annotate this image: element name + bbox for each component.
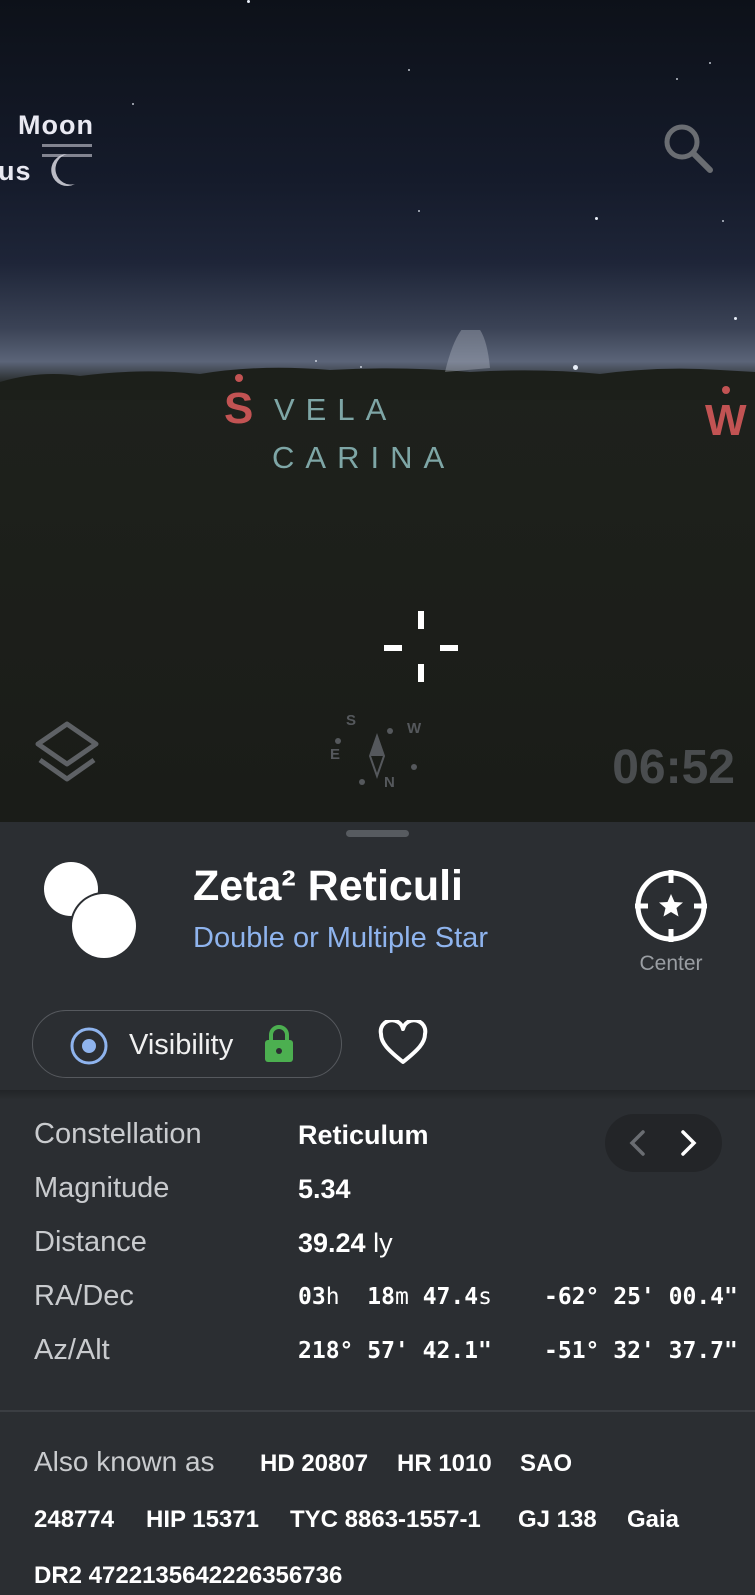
star [595, 217, 598, 220]
favorite-heart-icon[interactable] [378, 1020, 428, 1066]
object-title: Zeta² Reticuli [193, 862, 463, 910]
alt-value: -51° 32' 37.7" [544, 1338, 738, 1364]
visibility-target-icon [70, 1027, 108, 1065]
constellation-carina[interactable]: CARINA [272, 440, 455, 476]
divider [0, 1090, 755, 1100]
star [734, 317, 737, 320]
previous-chevron-icon[interactable] [623, 1128, 653, 1158]
cardinal-west: W [705, 386, 747, 446]
radec-label: RA/Dec [34, 1280, 134, 1312]
star [247, 0, 250, 3]
compass-s: S [346, 712, 357, 729]
star [132, 103, 134, 105]
star [709, 62, 711, 64]
compass-w: W [407, 720, 422, 737]
alias-item: HR 1010 [397, 1450, 492, 1477]
ra-m-unit: m [394, 1284, 409, 1310]
drag-handle[interactable] [346, 830, 409, 837]
visibility-label: Visibility [129, 1029, 234, 1061]
distance-number: 39.24 [298, 1228, 366, 1258]
planet-label-partial[interactable]: us [0, 156, 32, 187]
constellation-value[interactable]: Reticulum [298, 1120, 429, 1151]
ra-minutes: 18 [367, 1284, 395, 1310]
magnitude-label: Magnitude [34, 1172, 170, 1204]
moon-label[interactable]: Moon [18, 110, 94, 141]
lock-icon [265, 1025, 293, 1062]
object-navigation [605, 1114, 722, 1172]
magnitude-value: 5.34 [298, 1174, 351, 1204]
cardinal-south: S [224, 374, 253, 434]
distance-label: Distance [34, 1226, 147, 1258]
alias-item: HIP 15371 [146, 1506, 259, 1533]
azalt-label: Az/Alt [34, 1334, 110, 1366]
alias-item: TYC 8863-1557-1 [290, 1506, 481, 1533]
star [408, 69, 410, 71]
ra-value: 03h 18m 47.4s [298, 1284, 492, 1310]
ra-h-unit: h [325, 1284, 340, 1310]
section-divider [0, 1410, 755, 1412]
star [676, 78, 678, 80]
time-display[interactable]: 06:52 [612, 740, 735, 795]
alias-item: Gaia [627, 1506, 680, 1533]
alias-item: GJ 138 [518, 1506, 597, 1533]
next-chevron-icon[interactable] [673, 1128, 703, 1158]
object-info-panel: Zeta² Reticuli Double or Multiple Star C… [0, 822, 755, 1595]
menu-icon[interactable] [42, 144, 92, 172]
alias-item: SAO [520, 1450, 573, 1477]
search-icon[interactable] [662, 122, 714, 174]
layers-icon[interactable] [32, 718, 102, 788]
center-button-label[interactable]: Center [620, 952, 722, 976]
object-type-link[interactable]: Double or Multiple Star [193, 922, 488, 955]
compass[interactable]: S W E N [330, 712, 422, 791]
ra-hours: 03 [298, 1284, 326, 1310]
visibility-button[interactable]: Visibility [32, 1010, 342, 1078]
sky-view[interactable]: Moon us S W VELA CARINA S W E N 06:52 [0, 0, 755, 822]
az-value: 218° 57' 42.1" [298, 1338, 492, 1364]
ra-seconds: 47.4 [422, 1284, 479, 1310]
constellation-vela[interactable]: VELA [274, 392, 397, 428]
dec-value: -62° 25' 00.4" [544, 1284, 738, 1310]
compass-n: N [384, 774, 395, 791]
compass-e: E [330, 746, 341, 763]
horizon-silhouette [0, 330, 755, 400]
constellation-label: Constellation [34, 1118, 202, 1150]
star [418, 210, 420, 212]
double-star-icon [44, 862, 138, 960]
also-known-as-label: Also known as [34, 1446, 215, 1477]
alias-item: DR2 4722135642226356736 [34, 1562, 343, 1589]
star [722, 220, 724, 222]
distance-value: 39.24 ly [298, 1228, 393, 1259]
alias-item: 248774 [34, 1506, 115, 1533]
crosshair-icon [384, 611, 458, 682]
ra-s-unit: s [478, 1284, 492, 1310]
center-target-icon[interactable] [633, 868, 709, 944]
distance-unit: ly [373, 1228, 393, 1258]
alias-item: HD 20807 [260, 1450, 369, 1477]
